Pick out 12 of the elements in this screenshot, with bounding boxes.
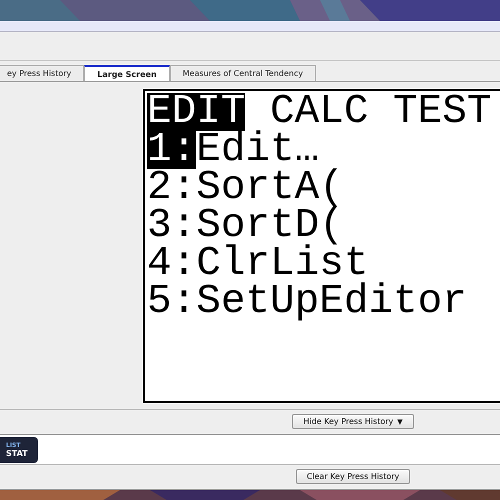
item-number: 3:	[147, 207, 196, 245]
tab[interactable]: Measures of Central Tendency	[170, 65, 316, 81]
clear-history-button[interactable]: Clear Key Press History	[296, 469, 410, 484]
item-number: 2:	[147, 169, 196, 207]
item-number: 1:	[147, 131, 196, 169]
item-number: 5:	[147, 283, 196, 321]
menu-heading: CALC	[270, 93, 368, 131]
menu-heading: TEST	[393, 93, 492, 131]
tab[interactable]: Large Screen	[84, 65, 170, 81]
menu-heading: EDIT	[147, 93, 246, 131]
tab[interactable]: ey Press History	[0, 65, 84, 81]
item-number: 4:	[147, 245, 196, 283]
